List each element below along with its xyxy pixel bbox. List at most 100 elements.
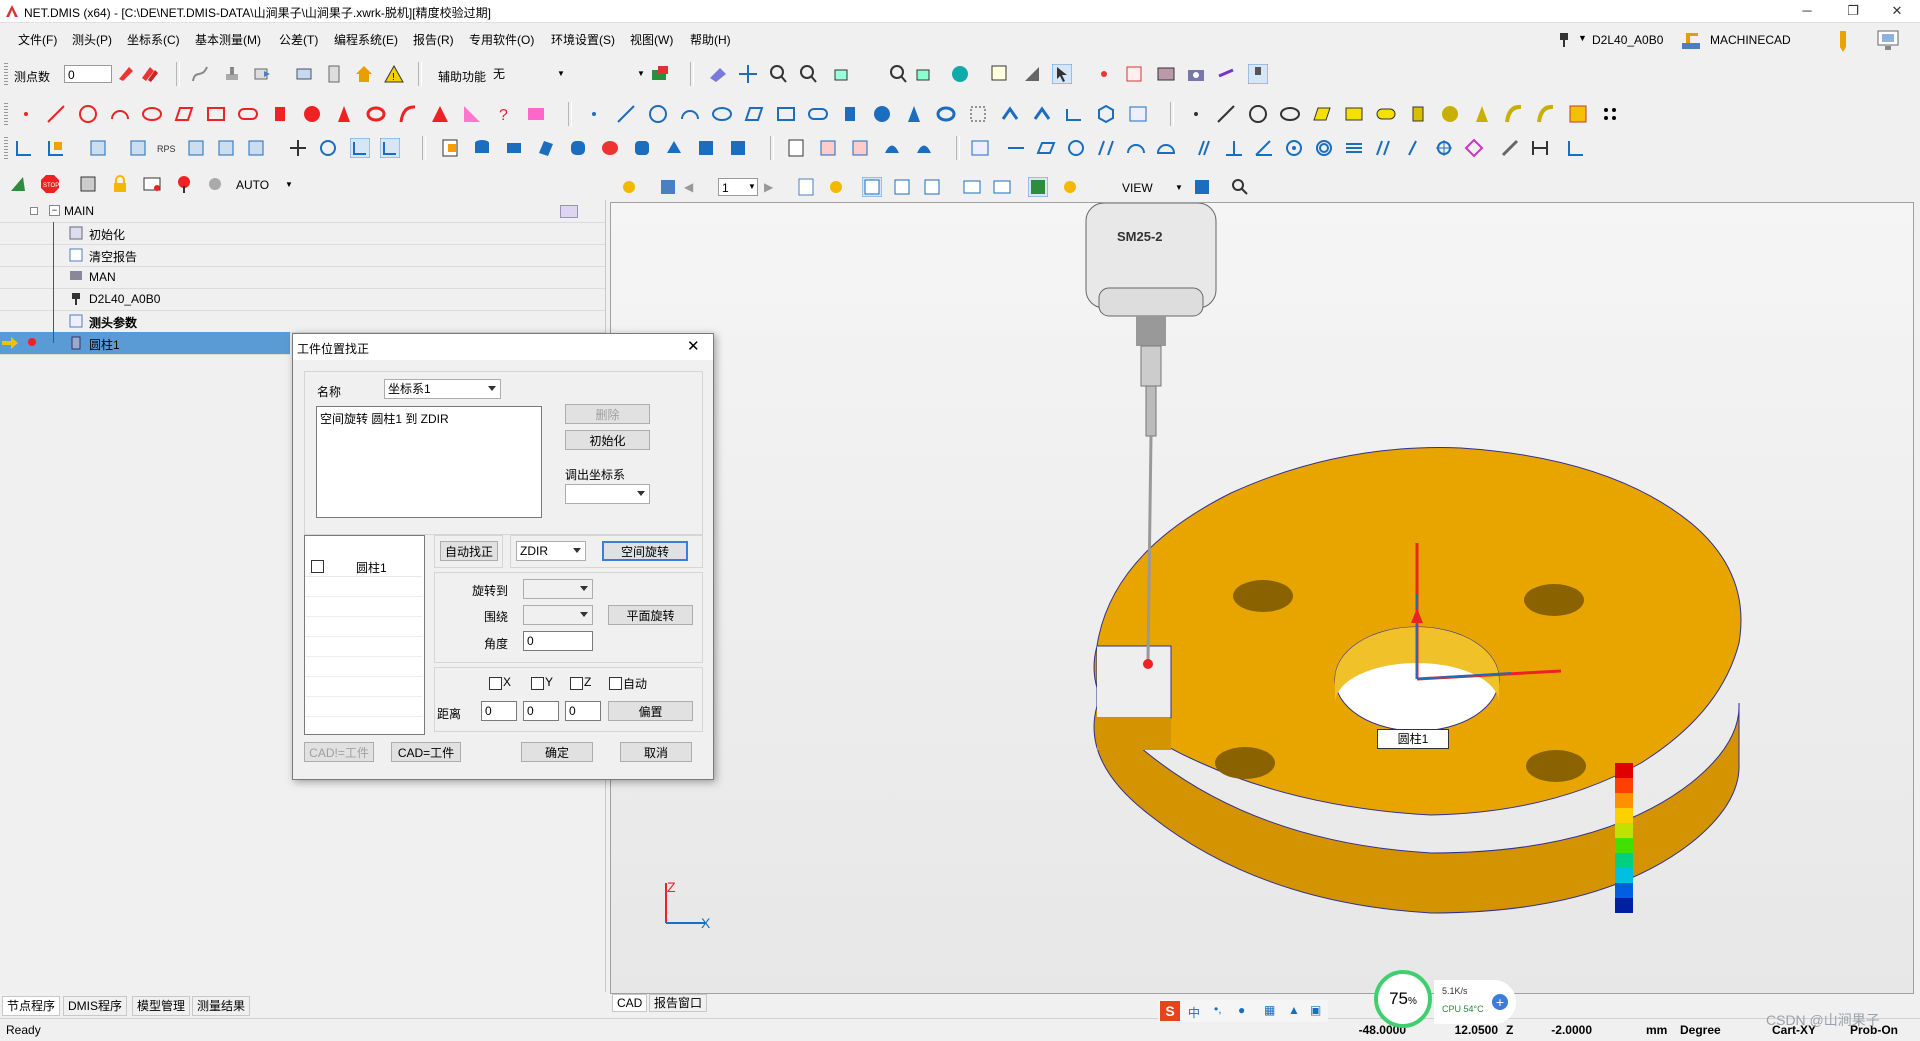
save-view-icon[interactable]	[658, 177, 678, 197]
construct-cone-icon[interactable]	[904, 104, 924, 124]
punctuation-icon[interactable]: •,	[1214, 1002, 1222, 1016]
arc-feature-icon[interactable]	[110, 104, 130, 124]
tab-node-program[interactable]: 节点程序	[2, 996, 61, 1016]
construct-ellipse-icon[interactable]	[712, 104, 732, 124]
settings-view-icon[interactable]	[1060, 177, 1080, 197]
construct-curve-icon[interactable]	[1000, 104, 1020, 124]
angularity-icon[interactable]	[1254, 138, 1274, 158]
sphere-feature-icon[interactable]	[302, 104, 322, 124]
toolbox-icon[interactable]: ▣	[1310, 1003, 1321, 1017]
probe-view-icon[interactable]	[1248, 64, 1268, 84]
menu-file[interactable]: 文件(F)	[18, 31, 57, 48]
search-view-icon[interactable]	[1230, 177, 1250, 197]
zoom-fit-icon[interactable]	[888, 64, 908, 84]
composite-icon[interactable]	[1464, 138, 1484, 158]
t-profile2-icon[interactable]	[696, 138, 716, 158]
erase-point-icon[interactable]	[116, 64, 136, 84]
menu-probe[interactable]: 测头(P)	[72, 31, 112, 48]
cad-equal-part-button[interactable]: CAD=工件	[391, 742, 461, 762]
computer-icon[interactable]	[1876, 29, 1904, 53]
check-auto[interactable]	[609, 677, 622, 690]
width-icon[interactable]	[1530, 138, 1550, 158]
tree-item-probe[interactable]: D2L40_A0B0	[0, 288, 605, 311]
aux-settings-icon[interactable]	[650, 64, 670, 84]
pin-icon[interactable]	[174, 174, 194, 194]
surface-profile-icon[interactable]	[1156, 138, 1176, 158]
point-feature-icon[interactable]	[16, 104, 36, 124]
tree-item-clear-report[interactable]: 清空报告	[0, 244, 605, 267]
minimize-button[interactable]: ─	[1784, 0, 1830, 22]
menu-view[interactable]: 视图(W)	[630, 31, 673, 48]
patch-icon[interactable]	[526, 104, 546, 124]
aux-secondary-select[interactable]	[572, 65, 646, 83]
offset-button[interactable]: 偏置	[608, 701, 693, 721]
cad-align-icon[interactable]	[380, 138, 400, 158]
cad-plane-icon[interactable]	[1312, 104, 1332, 124]
slot-feature-icon[interactable]	[238, 104, 258, 124]
view-settings-icon[interactable]	[620, 177, 640, 197]
chevron-down-icon[interactable]: ▼	[748, 182, 756, 191]
xyz-icon[interactable]	[294, 64, 314, 84]
construct-edge-icon[interactable]	[1064, 104, 1084, 124]
tree-item-man[interactable]: MAN	[0, 266, 605, 289]
construct-arc-icon[interactable]	[680, 104, 700, 124]
cone-feature-icon[interactable]	[334, 104, 354, 124]
cad-cone-icon[interactable]	[1472, 104, 1492, 124]
ellipse-feature-icon[interactable]	[142, 104, 162, 124]
recall-cs-select[interactable]	[565, 484, 650, 504]
cad-curve-icon[interactable]	[1536, 104, 1556, 124]
construct-plane-icon[interactable]	[744, 104, 764, 124]
check-y[interactable]	[531, 677, 544, 690]
list-item[interactable]: 圆柱1	[305, 556, 422, 577]
link-icon[interactable]	[1216, 64, 1236, 84]
cad-circle-icon[interactable]	[1248, 104, 1268, 124]
cs-name-select[interactable]: 坐标系1	[384, 379, 501, 399]
window-icon[interactable]	[142, 174, 162, 194]
view-config-icon[interactable]	[826, 177, 846, 197]
cylindricity-icon[interactable]	[1096, 138, 1116, 158]
delete-button[interactable]: 删除	[565, 404, 650, 424]
feature-list[interactable]: 圆柱1	[304, 535, 425, 735]
t-flat-icon[interactable]	[536, 138, 556, 158]
microphone-icon[interactable]: ●	[1238, 1003, 1245, 1017]
construct-bolt-icon[interactable]	[1096, 104, 1116, 124]
report-icon[interactable]	[786, 138, 806, 158]
position-icon[interactable]	[1434, 138, 1454, 158]
cad-not-equal-part-button[interactable]: CAD!=工件	[304, 742, 374, 762]
angle-input[interactable]: 0	[523, 631, 593, 651]
direction-select[interactable]: ZDIR	[516, 541, 586, 561]
check-z[interactable]	[570, 677, 583, 690]
table-view-icon[interactable]	[1028, 177, 1048, 197]
probe-dropdown-icon[interactable]: ▼	[1578, 33, 1587, 43]
graphic-icon[interactable]	[1124, 64, 1144, 84]
tab-cad[interactable]: CAD	[612, 994, 648, 1012]
stop-icon[interactable]: STOP	[40, 174, 60, 194]
edge-point-icon[interactable]	[462, 104, 482, 124]
menu-tolerance[interactable]: 公差(T)	[279, 31, 318, 48]
erase-all-icon[interactable]	[140, 64, 160, 84]
construct-cylinder-icon[interactable]	[840, 104, 860, 124]
flatness-icon[interactable]	[1036, 138, 1056, 158]
camera-icon[interactable]	[1186, 64, 1206, 84]
coaxiality-icon[interactable]	[1314, 138, 1334, 158]
select-icon[interactable]	[990, 64, 1010, 84]
concentricity-icon[interactable]	[1284, 138, 1304, 158]
init-cs-icon[interactable]	[14, 138, 34, 158]
construct-circle-icon[interactable]	[648, 104, 668, 124]
cad-slot-icon[interactable]	[1376, 104, 1396, 124]
distance-icon[interactable]	[970, 138, 990, 158]
t-cylinder-icon[interactable]	[472, 138, 492, 158]
distance-x-input[interactable]: 0	[481, 701, 517, 721]
toolbar-grip[interactable]	[4, 63, 8, 85]
rotate-3d-icon[interactable]	[318, 138, 338, 158]
cad-ellipse-icon[interactable]	[1280, 104, 1300, 124]
translate-cs-icon[interactable]	[46, 138, 66, 158]
close-button[interactable]: ✕	[1874, 0, 1920, 22]
dimension2-view-icon[interactable]	[992, 177, 1012, 197]
check-x[interactable]	[489, 677, 502, 690]
keyboard-icon[interactable]: ▦	[1264, 1003, 1275, 1017]
cad-point-icon[interactable]	[1094, 64, 1114, 84]
run-icon[interactable]	[8, 174, 28, 194]
box-view-icon[interactable]	[914, 64, 934, 84]
distance-z-input[interactable]: 0	[565, 701, 601, 721]
